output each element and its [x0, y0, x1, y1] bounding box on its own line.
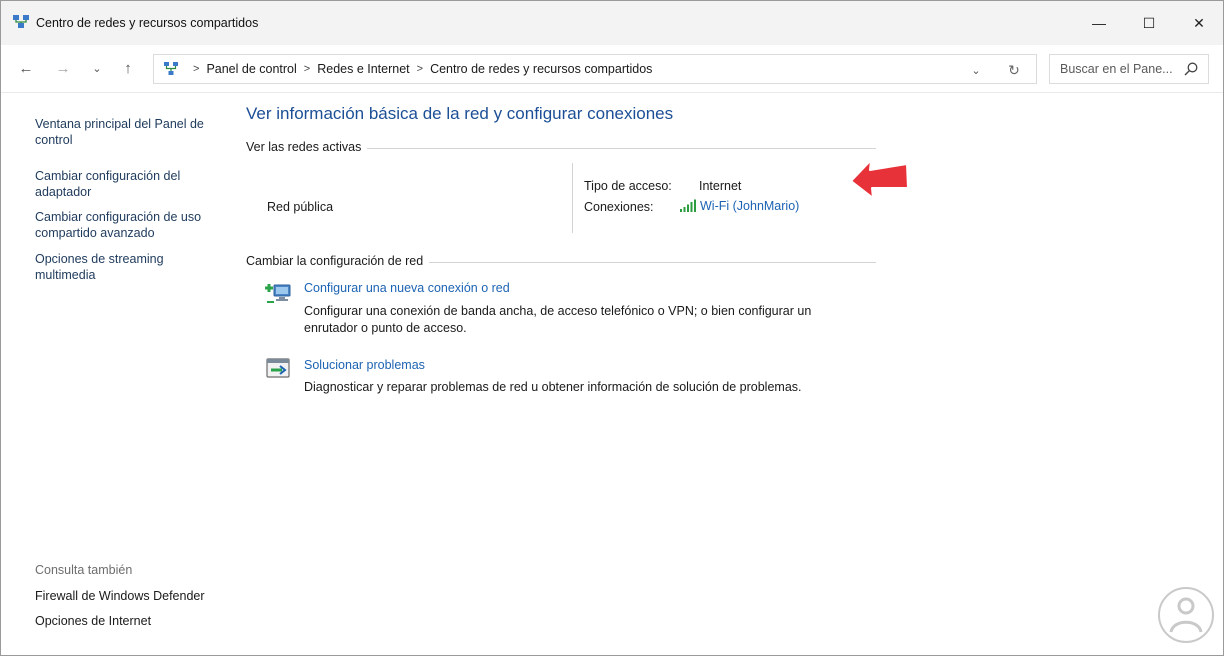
wifi-connection-link[interactable]: Wi-Fi (JohnMario)	[679, 199, 799, 213]
internet-options-link[interactable]: Opciones de Internet	[35, 613, 225, 629]
annotation-arrow-icon	[850, 159, 909, 199]
access-type-label: Tipo de acceso:	[584, 179, 672, 193]
main-content: Ver información básica de la red y confi…	[246, 94, 1206, 654]
new-connection-description: Configurar una conexión de banda ancha, …	[304, 304, 812, 335]
connections-label: Conexiones:	[584, 200, 654, 214]
task-pane: Ventana principal del Panel de control C…	[1, 94, 233, 654]
breadcrumb-control-panel[interactable]: Panel de control	[206, 62, 296, 76]
maximize-button[interactable]: ☐	[1123, 1, 1175, 45]
search-box[interactable]	[1049, 54, 1209, 84]
change-adapter-settings-link[interactable]: Cambiar configuración del adaptador	[35, 168, 225, 200]
watermark-logo-icon	[1158, 587, 1214, 643]
network-center-window: Centro de redes y recursos compartidos —…	[0, 0, 1224, 656]
search-input[interactable]	[1050, 55, 1180, 83]
chevron-down-icon[interactable]: ⌄	[966, 60, 986, 80]
back-button[interactable]: ←	[15, 57, 37, 79]
media-streaming-options-link[interactable]: Opciones de streaming multimedia	[35, 251, 225, 283]
access-type-value: Internet	[699, 179, 742, 193]
advanced-sharing-settings-link[interactable]: Cambiar configuración de uso compartido …	[35, 209, 225, 241]
title-bar: Centro de redes y recursos compartidos —…	[1, 1, 1223, 45]
chevron-right-icon: >	[416, 63, 424, 75]
control-panel-home-link[interactable]: Ventana principal del Panel de control	[35, 116, 225, 148]
page-title: Ver información básica de la red y confi…	[246, 104, 674, 123]
address-bar[interactable]: > Panel de control > Redes e Internet > …	[153, 54, 1037, 84]
close-button[interactable]: ✕	[1173, 1, 1224, 45]
see-also-heading: Consulta también	[35, 563, 133, 577]
new-connection-link[interactable]: Configurar una nueva conexión o red	[304, 281, 510, 295]
troubleshoot-link[interactable]: Solucionar problemas	[304, 358, 425, 372]
refresh-icon[interactable]: ↻	[1004, 60, 1024, 80]
troubleshoot-description: Diagnosticar y reparar problemas de red …	[304, 380, 802, 394]
firewall-link[interactable]: Firewall de Windows Defender	[35, 588, 225, 604]
chevron-right-icon: >	[303, 63, 311, 75]
network-name: Red pública	[267, 200, 334, 214]
network-center-icon	[13, 15, 29, 28]
troubleshoot-icon	[266, 358, 290, 378]
wifi-connection-label[interactable]: Wi-Fi (JohnMario)	[700, 199, 799, 213]
new-connection-icon	[265, 284, 291, 303]
control-panel-icon	[164, 62, 178, 75]
up-button[interactable]: ↑	[117, 57, 139, 79]
breadcrumb-network-center[interactable]: Centro de redes y recursos compartidos	[430, 62, 652, 76]
network-divider	[572, 163, 573, 233]
change-settings-label: Cambiar la configuración de red	[246, 254, 430, 268]
forward-button[interactable]: →	[52, 57, 74, 79]
active-networks-label: Ver las redes activas	[246, 140, 368, 154]
search-icon[interactable]	[1183, 61, 1199, 77]
wifi-signal-icon	[680, 199, 696, 212]
chevron-right-icon: >	[193, 63, 200, 75]
breadcrumb-network-internet[interactable]: Redes e Internet	[317, 62, 409, 76]
minimize-button[interactable]: —	[1073, 1, 1125, 45]
breadcrumb: > Panel de control > Redes e Internet > …	[186, 62, 652, 76]
change-settings-heading: Cambiar la configuración de red	[246, 254, 876, 270]
window-title: Centro de redes y recursos compartidos	[36, 16, 259, 30]
recent-locations-button[interactable]: ⌄	[86, 57, 108, 79]
navigation-bar: ← → ⌄ ↑ > Panel de control > Redes e Int…	[1, 45, 1223, 93]
active-networks-heading: Ver las redes activas	[246, 140, 876, 156]
